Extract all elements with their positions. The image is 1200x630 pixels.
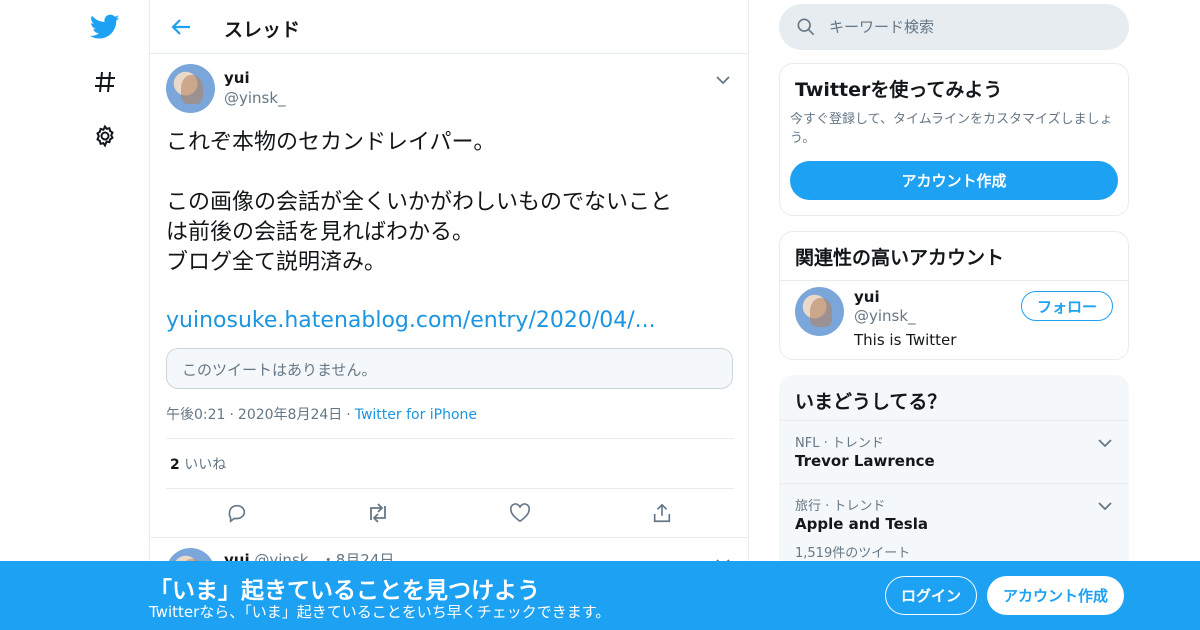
- tweet-line: [166, 158, 736, 188]
- back-button[interactable]: [166, 12, 196, 42]
- hashtag-icon[interactable]: [88, 65, 122, 99]
- divider: [166, 438, 734, 439]
- reply-icon[interactable]: [224, 500, 250, 526]
- author-name[interactable]: yui: [224, 69, 250, 87]
- chevron-down-icon[interactable]: [1098, 496, 1112, 515]
- twitter-logo-icon[interactable]: [88, 10, 122, 44]
- left-nav: [0, 0, 150, 630]
- tweet-meta: 午後0:21 · 2020年8月24日 · Twitter for iPhone: [166, 407, 478, 423]
- related-account-name[interactable]: yui: [854, 288, 880, 306]
- tweet-time[interactable]: 午後0:21: [166, 407, 225, 423]
- follow-button[interactable]: フォロー: [1021, 291, 1113, 321]
- tweet-line: この画像の会話が全くいかがわしいものでないこと: [166, 190, 673, 215]
- search-box[interactable]: [779, 4, 1129, 50]
- signup-card-title: Twitterを使ってみよう: [795, 79, 1003, 101]
- retweet-icon[interactable]: [365, 500, 391, 526]
- signup-banner: 「いま」起きていることを見つけよう Twitterなら、「いま」起きていることを…: [0, 561, 1200, 630]
- main-column: スレッド yui @yinsk_ これぞ本物のセカンドレイパー。 この画像の会話…: [149, 0, 749, 630]
- likes-count[interactable]: 2 いいね: [170, 454, 226, 474]
- signup-button[interactable]: アカウント作成: [987, 576, 1124, 615]
- banner-title: 「いま」起きていることを見つけよう: [149, 578, 540, 604]
- chevron-down-icon[interactable]: [716, 70, 730, 89]
- tweet-source[interactable]: Twitter for iPhone: [355, 407, 477, 423]
- arrow-left-icon: [171, 19, 190, 35]
- trend-name: Apple and Tesla: [795, 515, 928, 533]
- related-account-handle[interactable]: @yinsk_: [854, 307, 916, 325]
- trend-item[interactable]: NFL · トレンド Trevor Lawrence: [780, 420, 1128, 483]
- chevron-down-icon[interactable]: [1098, 433, 1112, 452]
- heart-icon[interactable]: [507, 500, 533, 526]
- tweet-line: これぞ本物のセカンドレイパー。: [166, 130, 496, 155]
- divider: [166, 488, 734, 489]
- share-icon[interactable]: [649, 500, 675, 526]
- gear-icon[interactable]: [88, 119, 122, 153]
- tweet-text: これぞ本物のセカンドレイパー。 この画像の会話が全くいかがわしいものでないこと …: [166, 128, 736, 308]
- search-icon: [797, 18, 815, 40]
- quoted-tweet-unavailable: このツイートはありません。: [166, 348, 733, 389]
- likes-label: いいね: [184, 457, 227, 473]
- trend-meta: NFL · トレンド: [795, 436, 884, 451]
- tweet-line: は前後の会話を見ればわかる。: [166, 220, 475, 245]
- trend-meta: 旅行 · トレンド: [795, 499, 886, 514]
- trend-count: 1,519件のツイート: [795, 546, 911, 561]
- tweet-date[interactable]: 2020年8月24日: [238, 407, 342, 423]
- author-handle[interactable]: @yinsk_: [224, 89, 286, 107]
- banner-subtitle: Twitterなら、「いま」起きていることをいち早くチェックできます。: [149, 603, 611, 621]
- thread-header: スレッド: [150, 0, 748, 54]
- signup-card: Twitterを使ってみよう 今すぐ登録して、タイムラインをカスタマイズしましょ…: [779, 63, 1129, 216]
- related-accounts-card: 関連性の高いアカウント yui @yinsk_ This is Twitter …: [779, 231, 1129, 360]
- avatar[interactable]: [166, 64, 215, 113]
- tweet-line: ブログ全て説明済み。: [166, 250, 387, 275]
- page-title: スレッド: [224, 19, 301, 41]
- create-account-button[interactable]: アカウント作成: [790, 161, 1118, 200]
- signup-card-description: 今すぐ登録して、タイムラインをカスタマイズしましょう。: [790, 112, 1113, 146]
- tweet-link[interactable]: yuinosuke.hatenablog.com/entry/2020/04/.…: [166, 308, 656, 333]
- trends-card: いまどうしてる？ NFL · トレンド Trevor Lawrence 旅行 ·…: [779, 375, 1129, 575]
- login-button[interactable]: ログイン: [885, 576, 977, 615]
- tweet-line: [166, 278, 736, 308]
- trend-name: Trevor Lawrence: [795, 452, 935, 470]
- trends-card-title: いまどうしてる？: [795, 391, 947, 413]
- search-input[interactable]: [829, 15, 1109, 39]
- related-card-title: 関連性の高いアカウント: [780, 232, 1128, 281]
- related-account-bio: This is Twitter: [854, 331, 957, 349]
- avatar[interactable]: [795, 287, 844, 336]
- likes-number: 2: [170, 457, 180, 473]
